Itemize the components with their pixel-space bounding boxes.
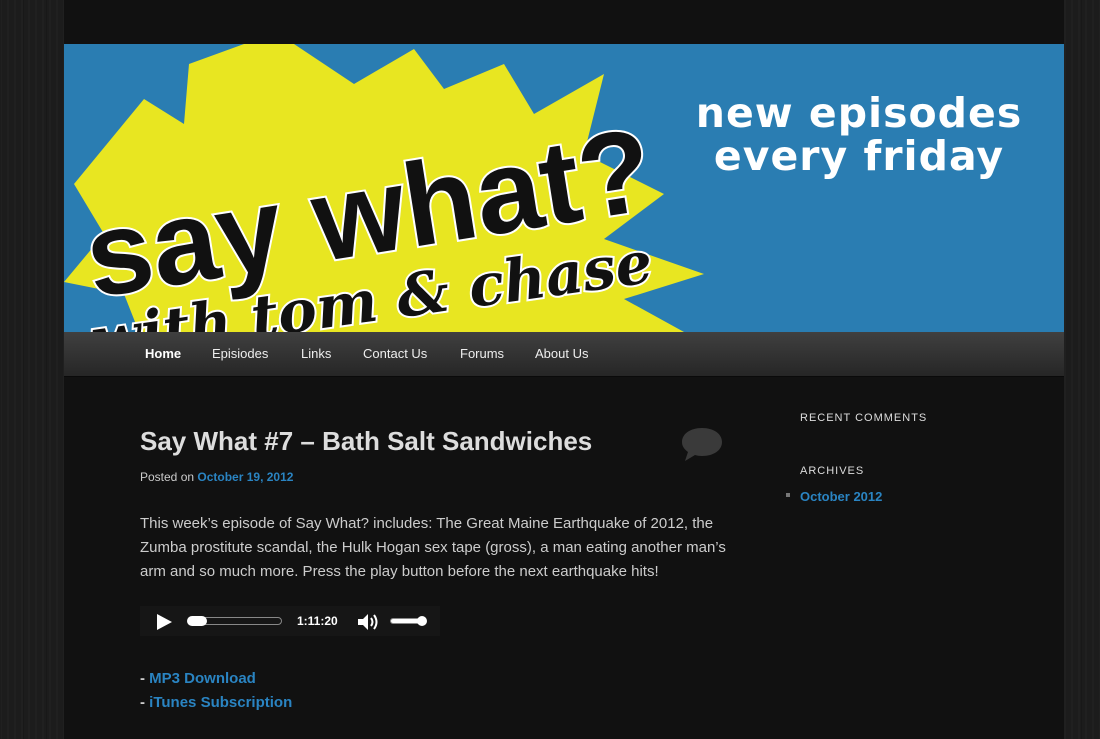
list-item: October 2012 xyxy=(786,488,882,506)
itunes-subscription-line: - iTunes Subscription xyxy=(140,694,292,711)
tagline-line-1: new episodes xyxy=(695,89,1023,137)
progress-slider[interactable] xyxy=(187,616,282,626)
archives-list: October 2012 xyxy=(786,488,882,506)
mp3-download-line: - MP3 Download xyxy=(140,670,256,687)
nav-item-home[interactable]: Home xyxy=(145,332,181,376)
posted-on-label: Posted on xyxy=(140,470,195,484)
dash: - xyxy=(140,694,145,711)
mp3-download-link[interactable]: MP3 Download xyxy=(149,670,256,687)
recent-comments-heading: RECENT COMMENTS xyxy=(800,412,928,424)
post-meta: Posted on October 19, 2012 xyxy=(140,470,293,484)
post-title[interactable]: Say What #7 – Bath Salt Sandwiches xyxy=(140,426,660,457)
archive-link-october-2012[interactable]: October 2012 xyxy=(800,489,882,504)
itunes-subscription-link[interactable]: iTunes Subscription xyxy=(149,694,292,711)
nav-item-links[interactable]: Links xyxy=(301,332,331,376)
duration-display: 1:11:20 xyxy=(297,614,338,628)
nav-item-forums[interactable]: Forums xyxy=(460,332,504,376)
post-date-link[interactable]: October 19, 2012 xyxy=(197,470,293,484)
page-container: say what? with tom & chase new episodes … xyxy=(64,0,1064,739)
nav-item-episodes[interactable]: Episiodes xyxy=(212,332,268,376)
volume-handle[interactable] xyxy=(417,616,427,626)
tagline-line-2: every friday xyxy=(713,132,1005,180)
volume-slider[interactable] xyxy=(390,616,427,626)
site-banner[interactable]: say what? with tom & chase new episodes … xyxy=(64,44,1064,332)
nav-item-contact-us[interactable]: Contact Us xyxy=(363,332,427,376)
banner-logo: say what? with tom & chase xyxy=(64,44,704,332)
bullet xyxy=(786,493,790,497)
progress-handle[interactable] xyxy=(187,616,207,626)
archives-heading: ARCHIVES xyxy=(800,465,865,477)
nav-item-about-us[interactable]: About Us xyxy=(535,332,588,376)
main-nav: Home Episiodes Links Contact Us Forums A… xyxy=(64,332,1064,377)
post-body: This week’s episode of Say What? include… xyxy=(140,515,726,580)
tagline: new episodes every friday xyxy=(664,92,1054,178)
speech-bubble-icon[interactable] xyxy=(681,426,723,467)
dash: - xyxy=(140,670,145,687)
speaker-icon[interactable] xyxy=(356,612,380,637)
play-icon[interactable] xyxy=(154,613,174,631)
audio-player: 1:11:20 xyxy=(140,606,440,636)
